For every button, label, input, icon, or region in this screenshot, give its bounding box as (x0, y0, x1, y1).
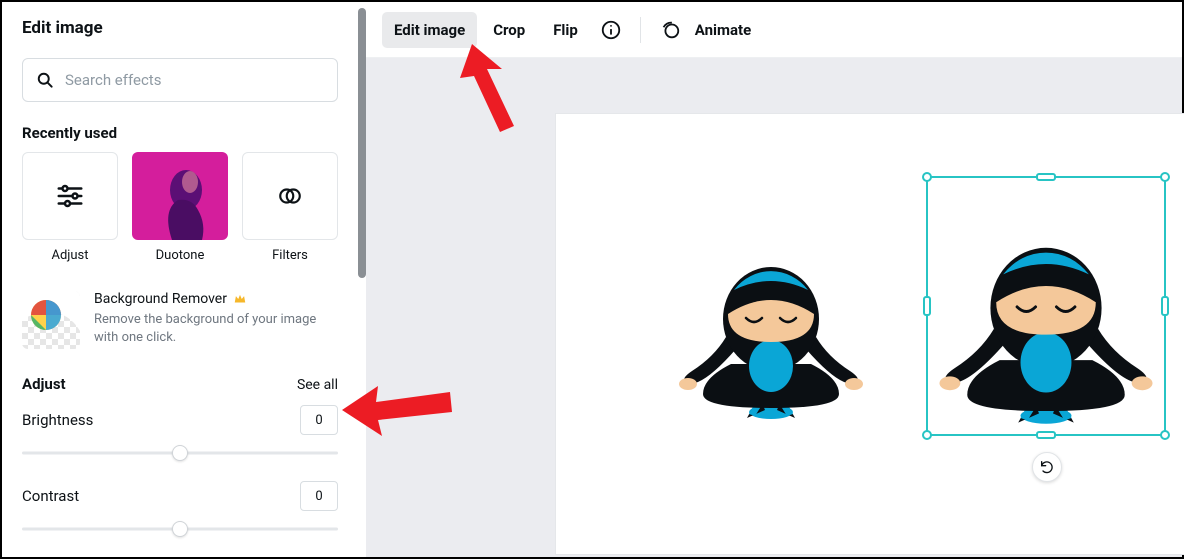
adjust-heading: Adjust (22, 375, 66, 393)
contrast-slider[interactable] (22, 519, 338, 539)
animate-icon[interactable] (653, 13, 687, 47)
flip-button[interactable]: Flip (541, 12, 590, 48)
effect-tile-filters[interactable]: Filters (242, 152, 338, 263)
sidebar-title: Edit image (22, 18, 338, 38)
search-effects-input[interactable] (65, 71, 325, 89)
crown-icon (233, 292, 247, 306)
bg-remover-desc: Remove the background of your image with… (94, 311, 338, 346)
rotate-handle[interactable] (1032, 452, 1062, 482)
info-icon[interactable] (594, 13, 628, 47)
annotation-arrow-top (442, 44, 532, 134)
design-page[interactable] (556, 114, 1184, 554)
tile-label: Adjust (51, 248, 88, 263)
duotone-thumbnail (132, 152, 228, 240)
adjust-row-brightness: Brightness (22, 405, 338, 435)
search-icon (35, 70, 55, 90)
rotate-icon (1039, 459, 1055, 475)
annotation-arrow-side (342, 380, 452, 450)
toolbar-separator (640, 17, 641, 43)
contrast-value-input[interactable] (300, 481, 338, 511)
sidebar-scrollbar[interactable] (358, 8, 366, 278)
effect-tile-duotone[interactable]: Duotone (132, 152, 228, 263)
tile-label: Duotone (156, 248, 205, 263)
brightness-value-input[interactable] (300, 405, 338, 435)
bg-remover-title: Background Remover (94, 291, 227, 307)
animate-button[interactable]: Animate (691, 12, 763, 48)
canvas-image-ninja-left[interactable] (676, 214, 866, 424)
bg-remover-thumbnail (22, 291, 80, 349)
brightness-slider[interactable] (22, 443, 338, 463)
search-effects-field[interactable] (22, 58, 338, 102)
adjust-see-all-link[interactable]: See all (297, 377, 338, 393)
background-remover-card[interactable]: Background Remover Remove the background… (22, 291, 338, 349)
adjust-row-contrast: Contrast (22, 481, 338, 511)
adjust-icon (55, 181, 85, 211)
brightness-label: Brightness (22, 411, 93, 429)
tile-label: Filters (272, 248, 308, 263)
recently-used-heading: Recently used (22, 124, 338, 142)
effect-tile-adjust[interactable]: Adjust (22, 152, 118, 263)
effects-sidebar: Edit image Recently used Adjust (2, 2, 358, 557)
crop-button[interactable]: Crop (481, 12, 537, 48)
recently-used-row: Adjust Duotone Filters (22, 152, 338, 263)
bg-remover-text: Background Remover Remove the background… (94, 291, 338, 349)
edit-image-button[interactable]: Edit image (382, 12, 477, 48)
selection-bounding-box[interactable] (926, 176, 1166, 436)
contrast-label: Contrast (22, 487, 79, 505)
filters-icon (277, 183, 303, 209)
